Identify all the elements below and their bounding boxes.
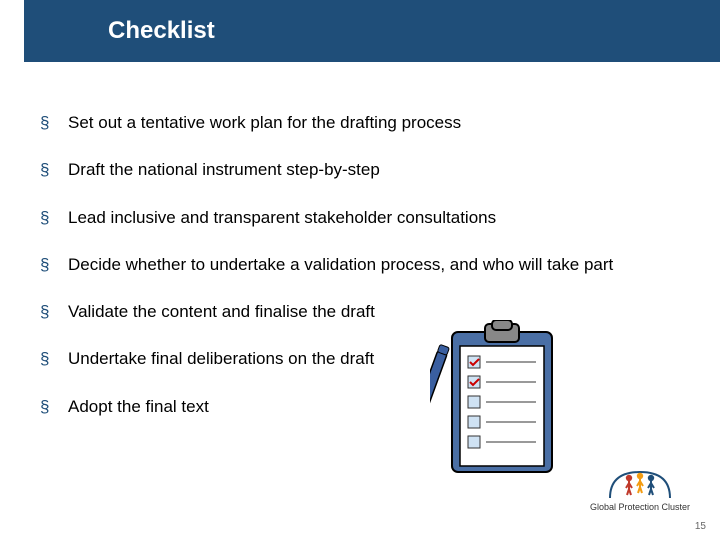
- list-item: Draft the national instrument step-by-st…: [40, 159, 680, 180]
- list-item: Validate the content and finalise the dr…: [40, 301, 680, 322]
- logo-text: Global Protection Cluster: [580, 502, 700, 512]
- list-item: Lead inclusive and transparent stakehold…: [40, 207, 680, 228]
- logo-figures-icon: [580, 462, 700, 500]
- content-area: Set out a tentative work plan for the dr…: [0, 62, 720, 417]
- list-item: Adopt the final text: [40, 396, 680, 417]
- list-item: Undertake final deliberations on the dra…: [40, 348, 680, 369]
- checklist: Set out a tentative work plan for the dr…: [40, 112, 680, 417]
- page-title: Checklist: [108, 17, 215, 45]
- list-item: Decide whether to undertake a validation…: [40, 254, 620, 275]
- page-number: 15: [695, 521, 706, 532]
- list-item: Set out a tentative work plan for the dr…: [40, 112, 680, 133]
- logo: Global Protection Cluster: [580, 462, 700, 512]
- title-bar: Checklist: [24, 0, 720, 62]
- clipboard-illustration: [430, 320, 570, 485]
